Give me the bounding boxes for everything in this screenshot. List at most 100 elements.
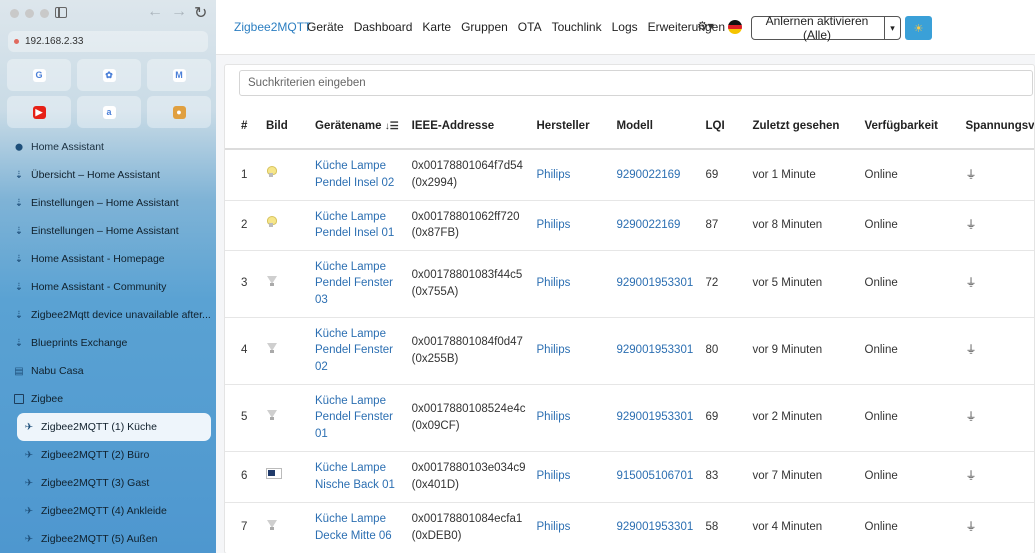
device-name-cell: Küche Lampe Pendel Fenster 01 — [302, 384, 399, 452]
mains-plug-icon: ⏚ — [965, 411, 977, 424]
favorite-tile[interactable]: M — [147, 59, 211, 91]
settings-gear-icon[interactable]: ⚙︎▾ — [697, 19, 714, 33]
zoom-window-button[interactable] — [40, 9, 49, 18]
favorite-tile[interactable]: a — [77, 96, 141, 128]
table-row[interactable]: 6 Küche Lampe Nische Back 01 0x0017880103e0… — [225, 451, 1034, 503]
sidebar-bookmark[interactable]: ⇣ Zigbee2Mqtt device unavailable after... — [0, 301, 216, 329]
model-link[interactable]: 929001953301 — [617, 411, 694, 423]
col-power-source[interactable]: Spannungsv — [953, 103, 1034, 150]
sidebar-bookmark[interactable]: ✈ Zigbee2MQTT (4) Ankleide — [0, 497, 216, 525]
col-lqi[interactable]: LQI — [694, 103, 742, 150]
manufacturer-link[interactable]: Philips — [537, 521, 571, 533]
sidebar-bookmark[interactable]: Zigbee — [0, 385, 216, 413]
youtube-icon: ▶ — [32, 105, 46, 119]
device-spot-icon — [266, 342, 278, 354]
sidebar-bookmark[interactable]: ⇣ Einstellungen – Home Assistant — [0, 217, 216, 245]
window-controls[interactable] — [10, 9, 49, 18]
table-row[interactable]: 4 Küche Lampe Pendel Fenster 02 0x0017880108… — [225, 317, 1034, 385]
device-name-cell: Küche Lampe Pendel Fenster 02 — [302, 317, 399, 385]
device-name-link[interactable]: Küche Lampe Pendel Insel 01 — [315, 211, 394, 240]
sidebar-bookmark[interactable]: ⇣ Übersicht – Home Assistant — [0, 161, 216, 189]
language-flag-icon[interactable] — [728, 20, 742, 34]
sidebar-bookmark[interactable]: ⇣ Blueprints Exchange — [0, 329, 216, 357]
ieee-address: 0x0017880108524e4c — [411, 403, 526, 415]
col-num[interactable]: # — [225, 103, 255, 150]
manufacturer-link[interactable]: Philips — [537, 470, 571, 482]
model-link[interactable]: 929001953301 — [617, 521, 694, 533]
sidebar-bookmark[interactable]: ⬤ Home Assistant — [0, 133, 216, 161]
minimize-window-button[interactable] — [25, 9, 34, 18]
table-row[interactable]: 3 Küche Lampe Pendel Fenster 03 0x0017880108… — [225, 250, 1034, 318]
forward-arrow-icon[interactable]: → — [171, 3, 187, 21]
sidebar-bookmark[interactable]: ✈ Zigbee2MQTT (5) Außen — [0, 525, 216, 553]
sidebar-bookmark[interactable]: ✈ Zigbee2MQTT (1) Küche — [17, 413, 211, 441]
device-name-link[interactable]: Küche Lampe Decke Mitte 06 — [315, 513, 392, 542]
sidebar-bookmark[interactable]: ✈ Zigbee2MQTT (2) Büro — [0, 441, 216, 469]
device-name-line: Küche Lampe — [315, 210, 386, 223]
sidebar-bookmark[interactable]: ✈ Zigbee2MQTT (3) Gast — [0, 469, 216, 497]
device-name-link[interactable]: Küche Lampe Pendel Fenster 03 — [315, 261, 393, 306]
col-availability[interactable]: Verfügbarkeit — [853, 103, 954, 150]
search-input[interactable] — [239, 70, 1033, 96]
devices-page: # Bild Gerätename ↓☰ IEEE-Addresse Herst… — [216, 55, 1035, 553]
permit-join-button[interactable]: Anlernen aktivieren (Alle) ▾ — [751, 14, 901, 42]
lqi-value: 83 — [694, 451, 742, 503]
table-row[interactable]: 2 Küche Lampe Pendel Insel 01 0x00178801062… — [225, 200, 1034, 251]
close-window-button[interactable] — [10, 9, 19, 18]
col-last-seen[interactable]: Zuletzt gesehen — [741, 103, 854, 150]
sidebar-bookmark[interactable]: ⇣ Home Assistant - Homepage — [0, 245, 216, 273]
sidebar-bookmark-label: Home Assistant - Homepage — [31, 253, 165, 265]
device-name-link[interactable]: Küche Lampe Pendel Fenster 01 — [315, 395, 393, 440]
nav-link[interactable]: Touchlink — [552, 20, 602, 34]
manufacturer-link[interactable]: Philips — [537, 169, 571, 181]
nav-link[interactable]: Geräte — [307, 20, 344, 34]
top-navbar: Zigbee2MQTT Geräte Dashboard Karte Gruppen O… — [216, 0, 1035, 55]
table-row[interactable]: 1 Küche Lampe Pendel Insel 02 0x00178801064… — [225, 149, 1034, 201]
nav-link[interactable]: Karte — [422, 20, 451, 34]
reload-icon[interactable]: ↻ — [194, 3, 207, 23]
table-row[interactable]: 7 Küche Lampe Decke Mitte 06 0x00178801084e… — [225, 502, 1034, 553]
power-source-cell: ⏚ — [953, 250, 1034, 318]
favorite-tile[interactable]: G — [7, 59, 71, 91]
favorite-tile[interactable]: ▶ — [7, 96, 71, 128]
model-link[interactable]: 9290022169 — [617, 169, 681, 181]
favorite-tile[interactable]: ● — [147, 96, 211, 128]
model-cell: 9290022169 — [605, 149, 695, 201]
manufacturer-link[interactable]: Philips — [537, 219, 571, 231]
favorite-tile[interactable]: ✿ — [77, 59, 141, 91]
device-name-link[interactable]: Küche Lampe Pendel Insel 02 — [315, 160, 394, 189]
permit-join-dropdown-icon[interactable]: ▾ — [884, 17, 900, 39]
sidebar-bookmark[interactable]: ▤ Nabu Casa — [0, 357, 216, 385]
model-link[interactable]: 915005106701 — [617, 470, 694, 482]
table-row[interactable]: 5 Küche Lampe Pendel Fenster 01 0x0017880108… — [225, 384, 1034, 452]
ieee-address: 0x00178801062ff720 — [411, 210, 520, 223]
manufacturer-link[interactable]: Philips — [537, 277, 571, 289]
brand-link[interactable]: Zigbee2MQTT — [234, 20, 311, 34]
sidebar-bookmark[interactable]: ⇣ Home Assistant - Community — [0, 273, 216, 301]
nav-link[interactable]: Gruppen — [461, 20, 508, 34]
col-manufacturer[interactable]: Hersteller — [525, 103, 606, 150]
device-name-link[interactable]: Küche Lampe Pendel Fenster 02 — [315, 328, 393, 373]
sidebar-bookmark[interactable]: ⇣ Einstellungen – Home Assistant — [0, 189, 216, 217]
model-link[interactable]: 9290022169 — [617, 219, 681, 231]
model-link[interactable]: 929001953301 — [617, 277, 694, 289]
back-arrow-icon[interactable]: ← — [147, 3, 163, 21]
col-image[interactable]: Bild — [255, 103, 302, 150]
col-model[interactable]: Modell — [605, 103, 695, 150]
nav-link[interactable]: Dashboard — [354, 20, 413, 34]
sidebar-toggle-icon[interactable] — [55, 7, 67, 18]
device-name-link[interactable]: Küche Lampe Nische Back 01 — [315, 462, 395, 491]
address-bar[interactable]: 192.168.2.33 — [8, 31, 208, 52]
nav-link[interactable]: Logs — [612, 20, 638, 34]
manufacturer-link[interactable]: Philips — [537, 344, 571, 356]
network-address: (0x09CF) — [411, 419, 460, 432]
col-ieee[interactable]: IEEE-Addresse — [398, 103, 526, 150]
col-name[interactable]: Gerätename ↓☰ — [302, 103, 399, 150]
model-link[interactable]: 929001953301 — [617, 344, 694, 356]
theme-toggle-button[interactable]: ☀ — [905, 16, 932, 40]
nav-link[interactable]: OTA — [518, 20, 542, 34]
sort-desc-icon[interactable]: ↓☰ — [385, 121, 399, 132]
address-bar-text: 192.168.2.33 — [25, 36, 84, 47]
power-source-cell: ⏚ — [953, 451, 1034, 503]
manufacturer-link[interactable]: Philips — [537, 411, 571, 423]
